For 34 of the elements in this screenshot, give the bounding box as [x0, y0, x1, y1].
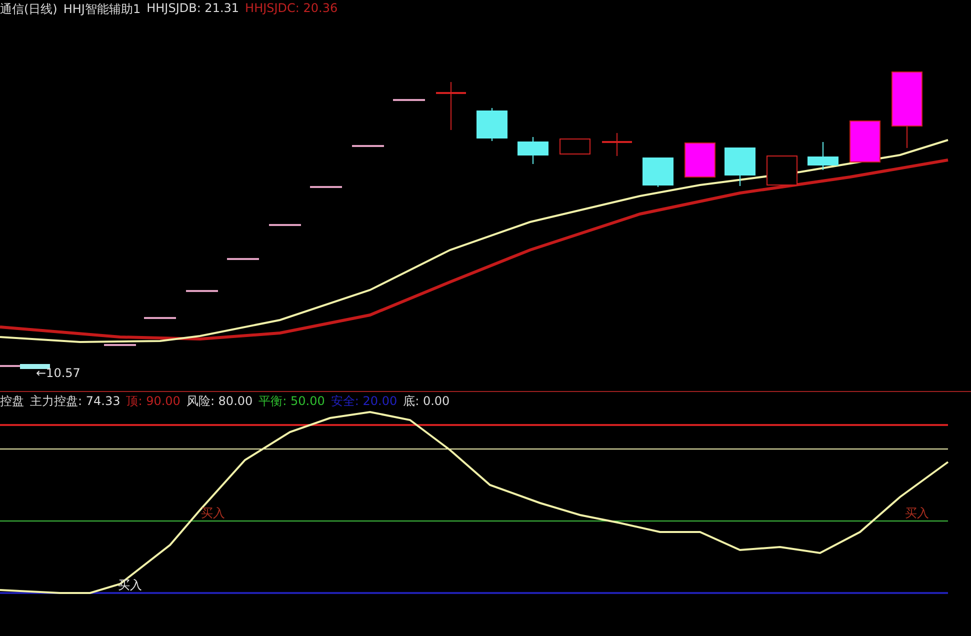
candlestick [227, 258, 259, 260]
legend-text: 平衡: 50.00 [258, 393, 325, 410]
candlestick [310, 186, 342, 188]
candlestick [766, 156, 798, 186]
buy-signal-label: 买入 [201, 506, 225, 520]
candlestick [393, 99, 425, 101]
candlestick [684, 142, 716, 178]
legend-text: HHJSJDB: 21.31 [146, 1, 240, 17]
candlestick [560, 138, 590, 154]
buy-signal-label: 买入 [905, 506, 929, 520]
candlestick [269, 224, 301, 226]
candlestick [352, 145, 384, 147]
candlestick [144, 317, 176, 319]
candlestick [850, 120, 880, 162]
legend-text: 风险: 80.00 [186, 393, 253, 410]
candlestick [436, 82, 466, 130]
legend-text: 底: 0.00 [403, 393, 450, 410]
candlestick [724, 148, 756, 186]
candlestick [104, 344, 136, 346]
candlestick [186, 290, 218, 292]
candlestick [808, 142, 838, 170]
buy-signal-label: 买入 [118, 578, 142, 592]
candlestick [642, 158, 674, 188]
candlestick [518, 136, 548, 164]
legend-text: 主力控盘: 74.33 [30, 393, 120, 410]
legend-text: 通信(日线) [0, 1, 58, 18]
candlestick [476, 108, 508, 142]
legend-text: HHJ智能辅助1 [63, 1, 141, 18]
legend-text: HHJSJDC: 20.36 [245, 1, 338, 17]
legend-text: 安全: 20.00 [330, 393, 398, 410]
price-label: ←10.57 [36, 366, 80, 380]
candlestick [602, 132, 632, 156]
legend-text: 顶: 90.00 [126, 393, 180, 410]
legend-text: 控盘 [0, 393, 24, 410]
